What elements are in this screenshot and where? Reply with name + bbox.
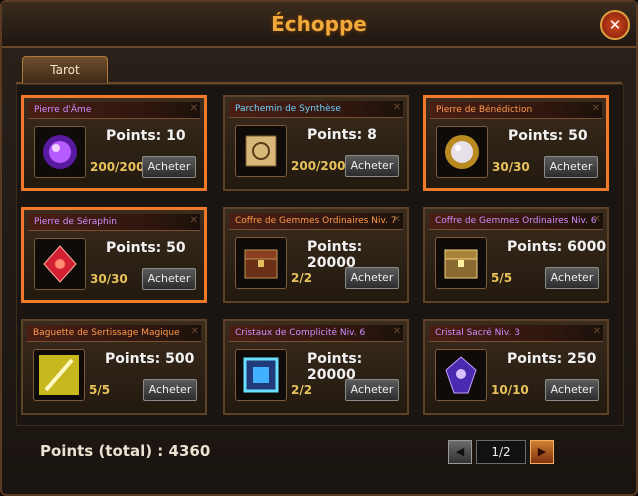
total-points: Points (total) : 4360 — [40, 442, 211, 460]
item-close-icon: ✕ — [592, 214, 601, 225]
item-name: Cristaux de Complicité Niv. 6 — [229, 325, 403, 342]
buy-button[interactable]: Acheter — [544, 156, 598, 178]
points-label: Points: — [508, 128, 564, 144]
purple-orb-icon — [34, 126, 86, 178]
item-close-icon: ✕ — [591, 103, 600, 114]
item-quantity: 2/2 — [291, 271, 313, 285]
points-value: 50 — [166, 240, 186, 256]
item-close-icon: ✕ — [592, 326, 601, 337]
previous-page-button[interactable]: ◀ — [448, 440, 472, 464]
item-close-icon: ✕ — [189, 215, 198, 226]
points-label: Points: — [507, 239, 563, 255]
item-quantity: 200/200 — [291, 159, 346, 173]
shop-item[interactable]: Coffre de Gemmes Ordinaires Niv. 6 ✕ Point… — [423, 207, 609, 303]
footer: Points (total) : 4360 ◀ 1/2 ▶ — [16, 426, 622, 476]
shop-item[interactable]: Cristaux de Complicité Niv. 6 ✕ Points: 20… — [223, 319, 409, 415]
crystal-frame-icon — [235, 349, 287, 401]
item-quantity: 200/200 — [90, 160, 145, 174]
shop-item[interactable]: Baguette de Sertissage Magique ✕ Points: 5… — [21, 319, 207, 415]
item-name: Pierre de Bénédiction — [430, 102, 602, 119]
buy-button[interactable]: Acheter — [345, 155, 399, 177]
points-value: 50 — [568, 128, 588, 144]
points-value: 250 — [567, 351, 597, 367]
shop-item[interactable]: Parchemin de Synthèse ✕ Points: 8 200/200 Ac… — [223, 95, 409, 191]
item-quantity: 10/10 — [491, 383, 529, 397]
item-close-icon: ✕ — [392, 102, 401, 113]
close-button[interactable]: ✕ — [600, 10, 630, 40]
item-name: Baguette de Sertissage Magique — [27, 325, 201, 342]
tab-bar: Tarot — [16, 52, 622, 84]
buy-button[interactable]: Acheter — [345, 379, 399, 401]
shop-item[interactable]: Pierre de Séraphin ✕ Points: 50 30/30 Achete… — [21, 207, 207, 303]
item-points: Points: 8 — [307, 127, 377, 143]
item-name: Parchemin de Synthèse — [229, 101, 403, 118]
item-quantity: 30/30 — [492, 160, 530, 174]
item-name: Pierre d'Âme — [28, 102, 200, 119]
points-label: Points: — [106, 240, 162, 256]
page-indicator: 1/2 — [476, 440, 526, 464]
item-close-icon: ✕ — [189, 103, 198, 114]
item-close-icon: ✕ — [392, 326, 401, 337]
buy-button[interactable]: Acheter — [545, 267, 599, 289]
title-bar: Échoppe ✕ — [2, 2, 636, 48]
shop-window: Échoppe ✕ Tarot Pierre d'Âme ✕ Points: 10 2… — [0, 0, 638, 496]
shop-item[interactable]: Coffre de Gemmes Ordinaires Niv. 7 ✕ Point… — [223, 207, 409, 303]
shop-item[interactable]: Pierre d'Âme ✕ Points: 10 200/200 Acheter — [21, 95, 207, 191]
points-label: Points: — [105, 351, 161, 367]
item-points: Points: 6000 — [507, 239, 606, 255]
red-gem-icon — [34, 238, 86, 290]
window-title: Échoppe — [271, 12, 367, 36]
items-grid: Pierre d'Âme ✕ Points: 10 200/200 Acheter Par… — [16, 84, 624, 426]
points-value: 6000 — [567, 239, 607, 255]
item-points: Points: 250 — [507, 351, 596, 367]
item-quantity: 30/30 — [90, 272, 128, 286]
buy-button[interactable]: Acheter — [545, 379, 599, 401]
item-name: Coffre de Gemmes Ordinaires Niv. 6 — [429, 213, 603, 230]
item-name: Cristal Sacré Niv. 3 — [429, 325, 603, 342]
chest-gold-icon — [435, 237, 487, 289]
item-quantity: 5/5 — [491, 271, 513, 285]
sacred-crystal-icon — [435, 349, 487, 401]
chest-icon — [235, 237, 287, 289]
shop-item[interactable]: Pierre de Bénédiction ✕ Points: 50 30/30 Ach… — [423, 95, 609, 191]
next-page-button[interactable]: ▶ — [530, 440, 554, 464]
item-close-icon: ✕ — [392, 214, 401, 225]
points-value: 10 — [166, 128, 186, 144]
points-value: 500 — [165, 351, 195, 367]
shop-item[interactable]: Cristal Sacré Niv. 3 ✕ Points: 250 10/10 Ach… — [423, 319, 609, 415]
pearl-icon — [436, 126, 488, 178]
points-label: Points: — [106, 128, 162, 144]
item-name: Pierre de Séraphin — [28, 214, 200, 231]
buy-button[interactable]: Acheter — [143, 379, 197, 401]
item-points: Points: 10 — [106, 128, 186, 144]
points-label: Points: — [307, 127, 363, 143]
item-points: Points: 50 — [106, 240, 186, 256]
item-points: Points: 500 — [105, 351, 194, 367]
item-quantity: 5/5 — [89, 383, 111, 397]
wand-icon — [33, 349, 85, 401]
item-name: Coffre de Gemmes Ordinaires Niv. 7 — [229, 213, 403, 230]
buy-button[interactable]: Acheter — [345, 267, 399, 289]
buy-button[interactable]: Acheter — [142, 268, 196, 290]
points-label: Points: — [307, 351, 363, 367]
points-label: Points: — [507, 351, 563, 367]
item-points: Points: 50 — [508, 128, 588, 144]
buy-button[interactable]: Acheter — [142, 156, 196, 178]
item-quantity: 2/2 — [291, 383, 313, 397]
item-close-icon: ✕ — [190, 326, 199, 337]
tab-tarot[interactable]: Tarot — [22, 56, 108, 83]
scroll-icon — [235, 125, 287, 177]
points-label: Points: — [307, 239, 363, 255]
points-value: 8 — [367, 127, 377, 143]
